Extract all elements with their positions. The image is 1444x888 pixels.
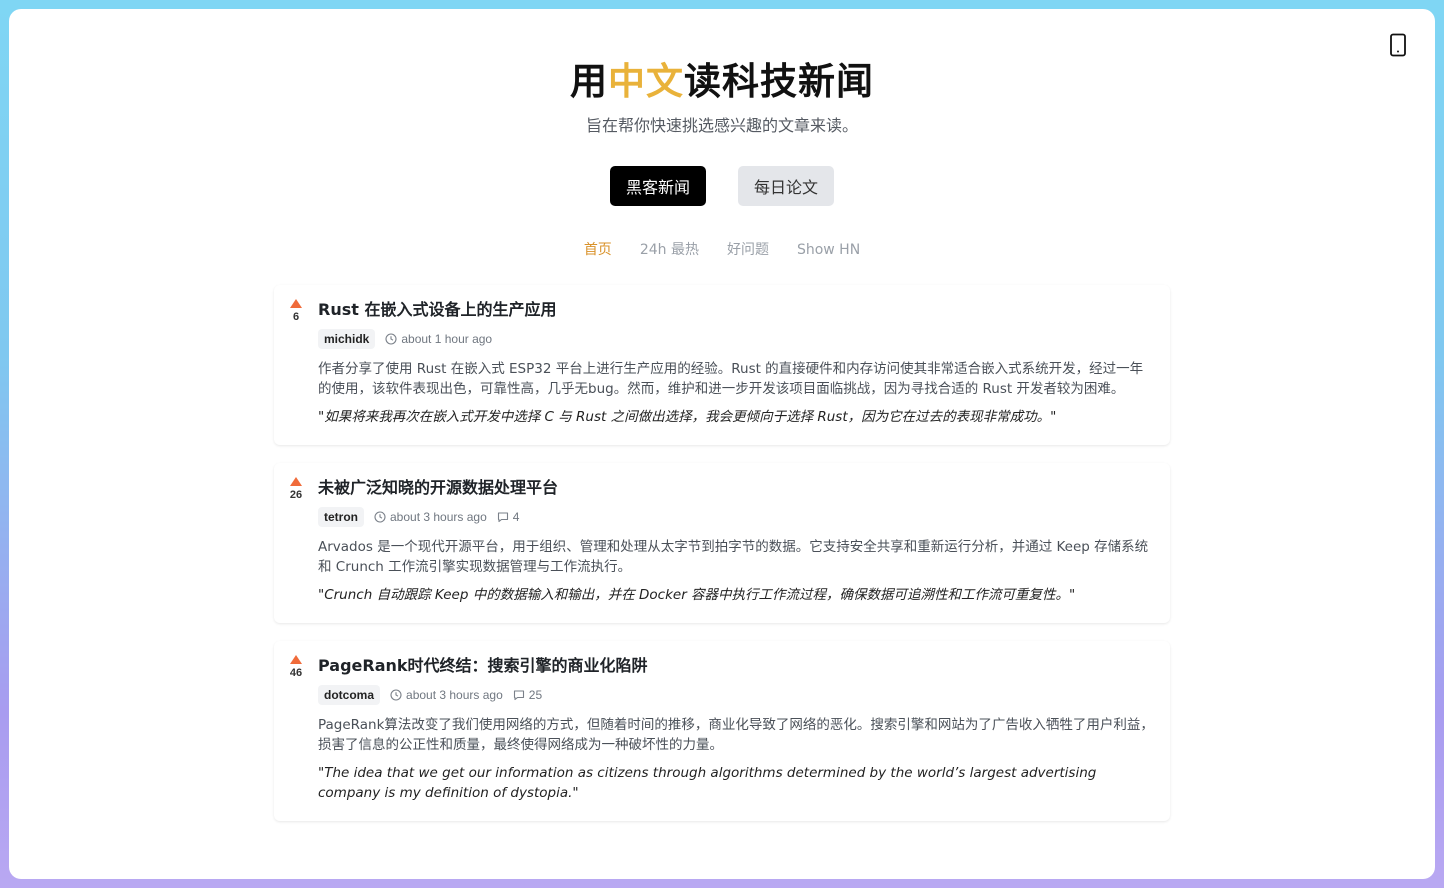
comments-link[interactable]: 25 (513, 688, 542, 702)
title-prefix: 用 (570, 60, 608, 103)
story-title[interactable]: PageRank时代终结：搜索引擎的商业化陷阱 (318, 655, 1154, 677)
story-quote: "Crunch 自动跟踪 Keep 中的数据输入和输出，并在 Docker 容器… (318, 587, 1076, 603)
author-badge[interactable]: tetron (318, 507, 364, 527)
story-card: 6 Rust 在嵌入式设备上的生产应用 michidk about 1 hour… (274, 285, 1170, 445)
story-summary: PageRank算法改变了我们使用网络的方式，但随着时间的推移，商业化导致了网络… (318, 717, 1154, 753)
title-accent: 中文 (608, 60, 684, 103)
upvote[interactable]: 46 (288, 655, 304, 679)
tab-bar: 首页 24h 最热 好问题 Show HN (9, 239, 1435, 259)
time-meta: about 3 hours ago (390, 688, 503, 702)
daily-paper-button[interactable]: 每日论文 (738, 166, 834, 206)
app-window: 用中文读科技新闻 旨在帮你快速挑选感兴趣的文章来读。 黑客新闻 每日论文 首页 2… (9, 9, 1435, 879)
page-subtitle: 旨在帮你快速挑选感兴趣的文章来读。 (585, 116, 858, 135)
tab-24h-hot[interactable]: 24h 最热 (640, 239, 699, 259)
story-time: about 3 hours ago (390, 510, 487, 524)
page-title: 用中文读科技新闻 (9, 51, 1435, 105)
time-meta: about 3 hours ago (374, 510, 487, 524)
tab-home[interactable]: 首页 (584, 239, 612, 259)
hacker-news-button[interactable]: 黑客新闻 (610, 166, 706, 206)
comments-count: 4 (512, 510, 520, 524)
points-count: 6 (292, 311, 300, 323)
story-title[interactable]: 未被广泛知晓的开源数据处理平台 (318, 477, 1154, 499)
clock-icon (385, 333, 397, 345)
upvote-arrow-icon[interactable] (290, 299, 302, 308)
clock-icon (374, 511, 386, 523)
story-card: 26 未被广泛知晓的开源数据处理平台 tetron about 3 hours … (274, 463, 1170, 623)
upvote[interactable]: 6 (288, 299, 304, 323)
story-meta: dotcoma about 3 hours ago 25 (318, 685, 1154, 705)
story-summary: 作者分享了使用 Rust 在嵌入式 ESP32 平台上进行生产应用的经验。Rus… (318, 361, 1144, 397)
story-quote: "如果将来我再次在嵌入式开发中选择 C 与 Rust 之间做出选择，我会更倾向于… (318, 409, 1057, 425)
comments-count: 25 (528, 688, 543, 702)
comment-icon (513, 690, 524, 701)
time-meta: about 1 hour ago (385, 332, 492, 346)
story-card: 46 PageRank时代终结：搜索引擎的商业化陷阱 dotcoma about… (274, 641, 1170, 821)
title-suffix: 读科技新闻 (684, 60, 874, 103)
comments-link[interactable]: 4 (497, 510, 520, 524)
comment-icon (497, 512, 508, 523)
story-title[interactable]: Rust 在嵌入式设备上的生产应用 (318, 299, 1154, 321)
tab-good-questions[interactable]: 好问题 (727, 239, 769, 259)
story-time: about 1 hour ago (401, 332, 493, 346)
author-badge[interactable]: dotcoma (318, 685, 381, 705)
upvote[interactable]: 26 (288, 477, 304, 501)
upvote-arrow-icon[interactable] (290, 477, 302, 486)
points-count: 46 (289, 667, 303, 679)
tab-show-hn[interactable]: Show HN (797, 242, 860, 258)
author-badge[interactable]: michidk (318, 329, 376, 349)
story-summary: Arvados 是一个现代开源平台，用于组织、管理和处理从太字节到拍字节的数据。… (318, 539, 1149, 575)
story-meta: tetron about 3 hours ago 4 (318, 507, 1154, 527)
story-time: about 3 hours ago (406, 688, 503, 702)
points-count: 26 (289, 489, 303, 501)
story-meta: michidk about 1 hour ago (318, 329, 1154, 349)
clock-icon (390, 689, 402, 701)
upvote-arrow-icon[interactable] (290, 655, 302, 664)
story-list: 6 Rust 在嵌入式设备上的生产应用 michidk about 1 hour… (274, 285, 1170, 839)
story-quote: "The idea that we get our information as… (318, 765, 1097, 801)
